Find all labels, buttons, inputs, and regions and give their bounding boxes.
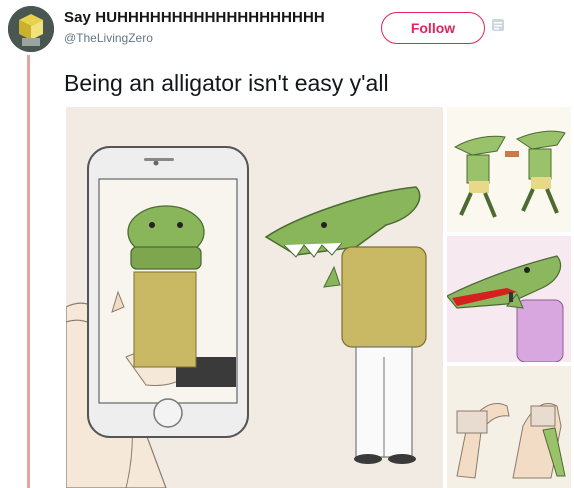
alligators-running-illustration[interactable]: [447, 107, 571, 232]
alligator-selfie-illustration[interactable]: [66, 107, 443, 488]
user-handle[interactable]: @TheLivingZero: [64, 31, 153, 45]
avatar[interactable]: [8, 6, 54, 52]
tweet-text: Being an alligator isn't easy y'all: [64, 70, 389, 96]
follow-button[interactable]: Follow: [381, 12, 485, 44]
tweet-media[interactable]: [66, 107, 571, 488]
alligator-lipstick-illustration[interactable]: [447, 236, 571, 362]
more-options-icon[interactable]: [491, 18, 505, 32]
display-name[interactable]: Say HUHHHHHHHHHHHHHHHHHHH: [64, 9, 325, 26]
thread-line: [27, 55, 30, 488]
alligator-stretching-illustration[interactable]: [447, 366, 571, 488]
